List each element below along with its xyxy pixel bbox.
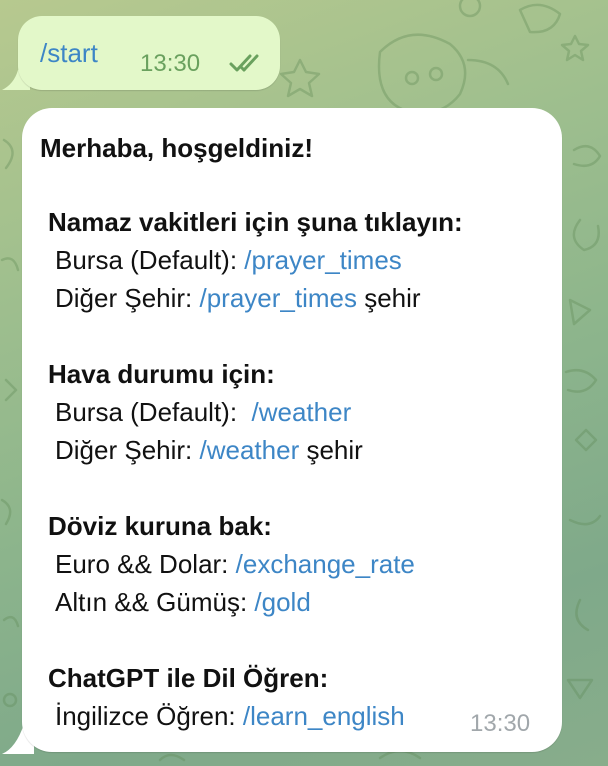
exchange-euro-label: Euro && Dolar: [55, 549, 236, 579]
weather-default-label: Bursa (Default): [55, 397, 252, 427]
exchange-euro-line: Euro && Dolar: /exchange_rate [55, 548, 415, 580]
prayer-other-line: Diğer Şehir: /prayer_times şehir [55, 282, 421, 314]
weather-city-link[interactable]: /weather [200, 435, 300, 465]
exchange-rate-link[interactable]: /exchange_rate [236, 549, 415, 579]
weather-other-suffix: şehir [299, 435, 363, 465]
outgoing-message-bubble[interactable]: /start 13:30 [18, 16, 280, 90]
greeting-text: Merhaba, hoşgeldiniz! [40, 133, 314, 163]
exchange-gold-label: Altın && Gümüş: [55, 587, 255, 617]
prayer-other-label: Diğer Şehir: [55, 283, 200, 313]
incoming-message-bubble[interactable]: Merhaba, hoşgeldiniz! Namaz vakitleri iç… [22, 108, 562, 752]
prayer-default-line: Bursa (Default): /prayer_times [55, 244, 402, 276]
chatgpt-english-line: İngilizce Öğren: /learn_english [55, 700, 405, 732]
weather-other-label: Diğer Şehir: [55, 435, 200, 465]
learn-english-label: İngilizce Öğren: [55, 701, 243, 731]
double-check-icon [229, 54, 259, 72]
exchange-gold-line: Altın && Gümüş: /gold [55, 586, 311, 618]
weather-link[interactable]: /weather [252, 397, 352, 427]
prayer-other-suffix: şehir [357, 283, 421, 313]
exchange-heading: Döviz kuruna bak: [48, 511, 272, 541]
prayer-heading: Namaz vakitleri için şuna tıklayın: [48, 207, 463, 237]
weather-heading: Hava durumu için: [48, 359, 275, 389]
prayer-times-link[interactable]: /prayer_times [244, 245, 402, 275]
chatgpt-heading: ChatGPT ile Dil Öğren: [48, 663, 329, 693]
weather-default-line: Bursa (Default): /weather [55, 396, 351, 428]
weather-other-line: Diğer Şehir: /weather şehir [55, 434, 363, 466]
incoming-message-time: 13:30 [470, 710, 531, 737]
gold-link[interactable]: /gold [254, 587, 310, 617]
outgoing-message-time: 13:30 [140, 50, 201, 77]
prayer-times-city-link[interactable]: /prayer_times [200, 283, 358, 313]
prayer-default-label: Bursa (Default): [55, 245, 245, 275]
outgoing-message-text: /start [40, 38, 98, 68]
learn-english-link[interactable]: /learn_english [243, 701, 405, 731]
